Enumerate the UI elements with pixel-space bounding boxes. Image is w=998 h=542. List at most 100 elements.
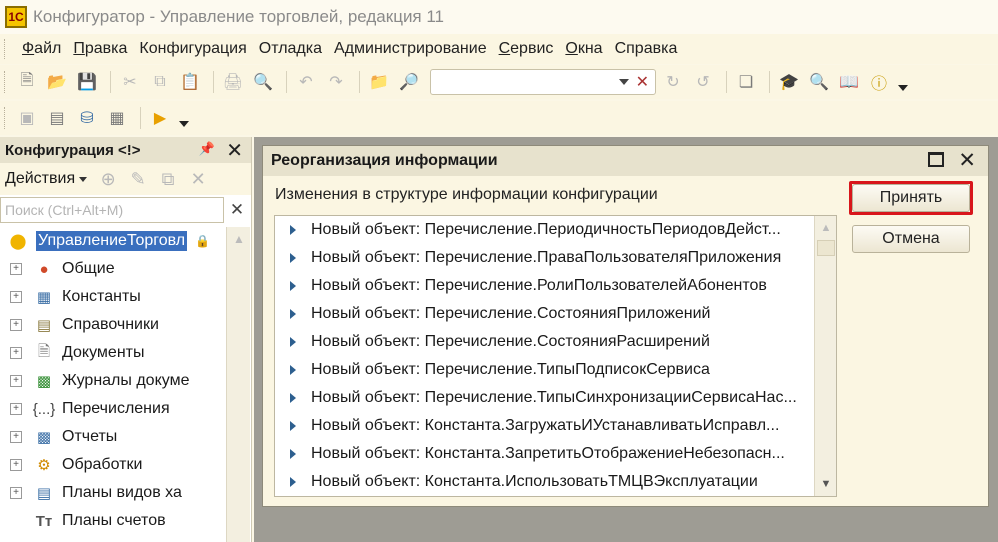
list-item[interactable]: Новый объект: Перечисление.РолиПользоват… xyxy=(275,272,836,300)
menu-help[interactable]: Справка xyxy=(615,40,678,58)
debug-more-icon[interactable] xyxy=(179,121,189,127)
list-item[interactable]: Новый объект: Перечисление.ПраваПользова… xyxy=(275,244,836,272)
menu-administration[interactable]: Администрирование xyxy=(334,40,487,58)
processing-icon: ⚙ xyxy=(37,457,51,474)
tree-item-catalogs[interactable]: + ▤ Справочники xyxy=(0,311,226,339)
menu-edit[interactable]: Правка xyxy=(73,40,127,58)
print-preview-icon[interactable]: 🔍 xyxy=(250,69,276,95)
expand-icon[interactable]: + xyxy=(10,291,22,303)
menu-windows[interactable]: Окна xyxy=(565,40,602,58)
list-item[interactable]: Новый объект: Константа.ЗагружатьИУстана… xyxy=(275,412,836,440)
config-open-icon[interactable]: ▣ xyxy=(14,105,40,131)
scroll-thumb[interactable] xyxy=(817,240,835,256)
menu-file[interactable]: Файл xyxy=(22,40,61,58)
redo-icon[interactable]: ↷ xyxy=(323,69,349,95)
new-file-icon[interactable]: 🗎 xyxy=(14,69,40,95)
cut-icon[interactable]: ✂ xyxy=(117,69,143,95)
start-debug-icon[interactable]: ▶ xyxy=(147,105,173,131)
copy-object-icon[interactable]: ⧉ xyxy=(155,169,181,190)
expand-icon[interactable]: + xyxy=(10,431,22,443)
search-combo[interactable]: ✕ xyxy=(430,69,656,95)
tree-root[interactable]: ⬤ УправлениеТорговл 🔒 xyxy=(0,227,226,255)
expand-arrow-icon[interactable] xyxy=(290,421,296,431)
expand-icon[interactable]: + xyxy=(10,347,22,359)
pin-icon[interactable]: 📌 xyxy=(199,141,215,157)
info-icon[interactable]: ⓘ xyxy=(866,69,892,95)
tree-item-reports[interactable]: + ▩ Отчеты xyxy=(0,423,226,451)
save-icon[interactable]: 💾 xyxy=(74,69,100,95)
tree-item-documents[interactable]: + 🗎 Документы xyxy=(0,339,226,367)
expand-icon[interactable]: + xyxy=(10,459,22,471)
open-file-icon[interactable]: 📂 xyxy=(44,69,70,95)
paste-icon[interactable]: 📋 xyxy=(177,69,203,95)
tree-scrollbar[interactable]: ▲ xyxy=(226,227,250,542)
undo-icon[interactable]: ↶ xyxy=(293,69,319,95)
tree-item-enums[interactable]: + {...} Перечисления xyxy=(0,395,226,423)
expand-arrow-icon[interactable] xyxy=(290,449,296,459)
list-item[interactable]: Новый объект: Перечисление.СостоянияПрил… xyxy=(275,300,836,328)
tree-item-journals[interactable]: + ▩ Журналы докуме xyxy=(0,367,226,395)
find-next-icon[interactable]: ↻ xyxy=(660,69,686,95)
list-item[interactable]: Новый объект: Перечисление.ТипыПодписокС… xyxy=(275,356,836,384)
copy-icon[interactable]: ⧉ xyxy=(147,69,173,95)
chevron-down-icon[interactable] xyxy=(619,79,629,85)
find-icon[interactable]: 🔎 xyxy=(396,69,422,95)
expand-arrow-icon[interactable] xyxy=(290,337,296,347)
list-item[interactable]: Новый объект: Перечисление.Периодичность… xyxy=(275,216,836,244)
tree-item-constants[interactable]: + ▦ Константы xyxy=(0,283,226,311)
expand-arrow-icon[interactable] xyxy=(290,253,296,263)
expand-icon[interactable]: + xyxy=(10,487,22,499)
tree-item-accounts[interactable]: Тт Планы счетов xyxy=(0,507,226,535)
chevron-down-icon[interactable] xyxy=(79,176,88,182)
find-prev-icon[interactable]: ↺ xyxy=(690,69,716,95)
scroll-up-icon[interactable]: ▲ xyxy=(227,227,251,251)
char-plans-icon: ▤ xyxy=(36,485,52,502)
expand-arrow-icon[interactable] xyxy=(290,309,296,319)
clear-icon[interactable]: ✕ xyxy=(636,72,649,92)
find-in-files-icon[interactable]: 📁 xyxy=(366,69,392,95)
menu-debug[interactable]: Отладка xyxy=(259,40,322,58)
expand-icon[interactable]: + xyxy=(10,403,22,415)
actions-menu[interactable]: Действия xyxy=(5,170,75,188)
clear-search-icon[interactable]: ✕ xyxy=(224,200,250,220)
menu-service[interactable]: Сервис xyxy=(499,40,554,58)
close-icon[interactable]: ✕ xyxy=(226,138,243,163)
list-item[interactable]: Новый объект: Перечисление.СостоянияРасш… xyxy=(275,328,836,356)
update-db-icon[interactable]: ⛁ xyxy=(74,105,100,131)
windows-icon[interactable]: ❏ xyxy=(733,69,759,95)
expand-arrow-icon[interactable] xyxy=(290,365,296,375)
delete-icon[interactable]: ✕ xyxy=(185,169,211,190)
list-item[interactable]: Новый объект: Константа.ИспользоватьТМЦВ… xyxy=(275,468,836,496)
expand-icon[interactable]: + xyxy=(10,375,22,387)
expand-icon[interactable]: + xyxy=(10,319,22,331)
toolbar-more-icon[interactable] xyxy=(898,85,908,91)
tree-item-processing[interactable]: + ⚙ Обработки xyxy=(0,451,226,479)
scroll-down-icon[interactable]: ▼ xyxy=(815,472,836,496)
expand-arrow-icon[interactable] xyxy=(290,477,296,487)
search-input[interactable]: Поиск (Ctrl+Alt+M) xyxy=(0,197,224,223)
list-scrollbar[interactable]: ▲ ▼ xyxy=(814,216,836,496)
tree-root-label[interactable]: УправлениеТорговл xyxy=(36,231,188,251)
cancel-button[interactable]: Отмена xyxy=(852,225,970,253)
accept-button[interactable]: Принять xyxy=(852,184,970,212)
expand-arrow-icon[interactable] xyxy=(290,281,296,291)
expand-icon[interactable]: + xyxy=(10,263,22,275)
scroll-up-icon[interactable]: ▲ xyxy=(815,216,836,240)
add-icon[interactable]: ⊕ xyxy=(95,169,121,190)
config-table-icon[interactable]: ▦ xyxy=(104,105,130,131)
list-item[interactable]: Новый объект: Константа.ЗапретитьОтображ… xyxy=(275,440,836,468)
print-icon[interactable]: 🖨 xyxy=(220,69,246,95)
menu-configuration[interactable]: Конфигурация xyxy=(139,40,246,58)
syntax-assistant-icon[interactable]: 📖 xyxy=(836,69,862,95)
tree-item-char-plans[interactable]: + ▤ Планы видов ха xyxy=(0,479,226,507)
search-help-icon[interactable]: 🔍 xyxy=(806,69,832,95)
expand-arrow-icon[interactable] xyxy=(290,393,296,403)
close-icon[interactable]: ✕ xyxy=(958,148,976,173)
config-compare-icon[interactable]: ▤ xyxy=(44,105,70,131)
maximize-icon[interactable] xyxy=(928,152,944,167)
help-assistant-icon[interactable]: 🎓 xyxy=(776,69,802,95)
expand-arrow-icon[interactable] xyxy=(290,225,296,235)
edit-icon[interactable]: ✎ xyxy=(125,169,151,190)
list-item[interactable]: Новый объект: Перечисление.ТипыСинхрониз… xyxy=(275,384,836,412)
tree-item-general[interactable]: + ● Общие xyxy=(0,255,226,283)
